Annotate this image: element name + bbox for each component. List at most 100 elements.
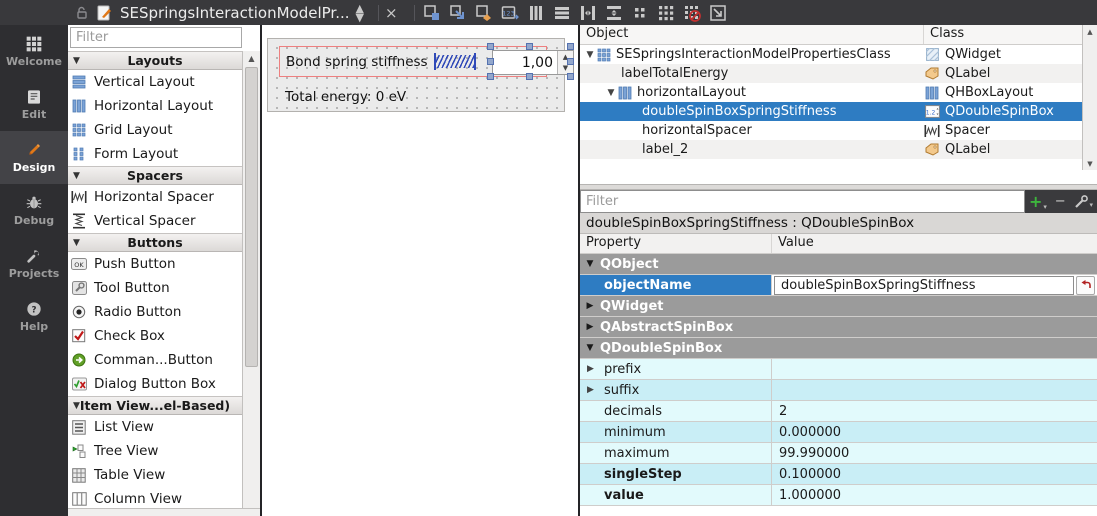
widget-item-horizontal-layout[interactable]: Horizontal Layout (68, 94, 242, 118)
widget-item-grid-layout[interactable]: Grid Layout (68, 118, 242, 142)
inspector-vertical-scrollbar[interactable]: ▲ ▼ (1082, 25, 1097, 170)
property-group-qwidget[interactable]: ▶QWidget (580, 296, 1097, 317)
edit-tab-order-icon[interactable]: 123 (499, 3, 521, 23)
property-group-qabstractspinbox[interactable]: ▶QAbstractSpinBox (580, 317, 1097, 338)
property-value-cell[interactable]: 2 (772, 401, 1097, 421)
widget-item-tree-view[interactable]: Tree View (68, 439, 242, 463)
property-row-suffix[interactable]: ▶suffix (580, 380, 1097, 401)
property-group-qobject[interactable]: ▼QObject (580, 254, 1097, 275)
selection-handle[interactable] (526, 73, 533, 80)
edit-signals-slots-icon[interactable] (447, 3, 469, 23)
property-group-qdoublespinbox[interactable]: ▼QDoubleSpinBox (580, 338, 1097, 359)
selection-handle[interactable] (526, 43, 533, 50)
widget-item-check-box[interactable]: Check Box (68, 324, 242, 348)
property-value-cell[interactable]: 0.100000 (772, 464, 1097, 484)
property-value-cell[interactable] (772, 359, 1097, 379)
property-row-singlestep[interactable]: singleStep0.100000 (580, 464, 1097, 485)
spinbox-value[interactable]: 1,00 (493, 51, 557, 74)
class-column-header[interactable]: Class (924, 25, 970, 44)
widget-item-table-view[interactable]: Table View (68, 463, 242, 487)
property-value-cell[interactable]: doubleSpinBoxSpringStiffness (772, 275, 1097, 295)
selection-handle[interactable] (567, 58, 574, 65)
widget-item-tool-button[interactable]: Tool Button (68, 276, 242, 300)
unlocked-icon[interactable] (72, 3, 92, 23)
add-property-icon[interactable]: +▾ (1029, 192, 1047, 211)
horizontal-layout-outline[interactable]: Bond spring stiffness 1,00 ▲▼ (279, 46, 547, 77)
property-row-value[interactable]: value1.000000 (580, 485, 1097, 506)
expand-arrow-icon[interactable]: ▶ (580, 301, 600, 311)
selection-handle[interactable] (487, 58, 494, 65)
property-row-prefix[interactable]: ▶prefix (580, 359, 1097, 380)
expand-arrow-icon[interactable]: ▼ (580, 343, 600, 353)
scrollbar-thumb[interactable] (245, 67, 258, 367)
property-row-decimals[interactable]: decimals2 (580, 401, 1097, 422)
mode-edit[interactable]: Edit (0, 78, 68, 131)
property-name-cell[interactable]: objectName (580, 275, 772, 295)
selection-handle[interactable] (487, 73, 494, 80)
selection-handle[interactable] (567, 73, 574, 80)
configure-wrench-icon[interactable]: ▾ (1074, 195, 1094, 209)
property-value-cell[interactable]: 99.990000 (772, 443, 1097, 463)
edit-widgets-icon[interactable] (421, 3, 443, 23)
widgetbox-category-layouts[interactable]: ▼Layouts (68, 51, 242, 70)
remove-property-icon[interactable]: − (1055, 194, 1066, 209)
designed-form[interactable]: Bond spring stiffness 1,00 ▲▼ Total ener… (267, 38, 565, 112)
widget-item-vertical-spacer[interactable]: Vertical Spacer (68, 209, 242, 233)
widget-item-vertical-layout[interactable]: Vertical Layout (68, 70, 242, 94)
expand-arrow-icon[interactable]: ▶ (587, 364, 594, 374)
widget-item-push-button[interactable]: OKPush Button (68, 252, 242, 276)
close-form-button[interactable]: × (385, 4, 398, 22)
property-row-objectname[interactable]: objectNamedoubleSpinBoxSpringStiffness (580, 275, 1097, 296)
expand-arrow-icon[interactable]: ▼ (605, 88, 617, 98)
value-column-header[interactable]: Value (772, 234, 820, 253)
widget-item-horizontal-spacer[interactable]: Horizontal Spacer (68, 185, 242, 209)
property-name-cell[interactable]: maximum (580, 443, 772, 463)
widget-item-form-layout[interactable]: Form Layout (68, 142, 242, 166)
total-energy-label[interactable]: Total energy: 0 eV (285, 89, 406, 105)
scroll-down-icon[interactable]: ▼ (1083, 157, 1097, 170)
scroll-up-icon[interactable]: ▲ (243, 51, 260, 66)
expand-arrow-icon[interactable]: ▼ (584, 50, 596, 60)
property-row-minimum[interactable]: minimum0.000000 (580, 422, 1097, 443)
selection-handle[interactable] (567, 43, 574, 50)
horizontal-spacer-widget[interactable] (434, 55, 476, 68)
layout-form-icon[interactable] (655, 3, 677, 23)
widget-item-column-view[interactable]: Column View (68, 487, 242, 508)
widget-item-list-view[interactable]: List View (68, 415, 242, 439)
layout-horizontally-icon[interactable] (525, 3, 547, 23)
scroll-up-icon[interactable]: ▲ (1083, 25, 1097, 38)
layout-vertical-splitter-icon[interactable] (603, 3, 625, 23)
inspector-row-sespringsinteractionmodelpropertiesclass[interactable]: ▼SESpringsInteractionModelPropertiesClas… (580, 45, 1097, 64)
property-name-cell[interactable]: ▶suffix (580, 380, 772, 400)
property-value-editor[interactable]: doubleSpinBoxSpringStiffness (774, 276, 1074, 295)
break-layout-icon[interactable] (681, 3, 703, 23)
property-name-cell[interactable]: singleStep (580, 464, 772, 484)
layout-grid-icon[interactable] (629, 3, 651, 23)
bond-spring-stiffness-label[interactable]: Bond spring stiffness (286, 54, 428, 70)
layout-horizontal-splitter-icon[interactable] (577, 3, 599, 23)
property-column-header[interactable]: Property (580, 234, 772, 253)
widgetbox-category-item-view-el-based[interactable]: ▼Item View...el-Based) (68, 396, 242, 415)
property-name-cell[interactable]: decimals (580, 401, 772, 421)
inspector-row-labeltotalenergy[interactable]: labelTotalEnergyQLabel (580, 64, 1097, 83)
widgetbox-filter-input[interactable] (70, 27, 242, 48)
mode-debug[interactable]: Debug (0, 184, 68, 237)
inspector-row-horizontallayout[interactable]: ▼horizontalLayoutQHBoxLayout (580, 83, 1097, 102)
property-value-cell[interactable]: 1.000000 (772, 485, 1097, 505)
expand-arrow-icon[interactable]: ▼ (580, 259, 600, 269)
selection-handle[interactable] (487, 43, 494, 50)
layout-vertically-icon[interactable] (551, 3, 573, 23)
inspector-row-label-2[interactable]: label_2QLabel (580, 140, 1097, 159)
widgetbox-category-spacers[interactable]: ▼Spacers (68, 166, 242, 185)
property-row-maximum[interactable]: maximum99.990000 (580, 443, 1097, 464)
property-name-cell[interactable]: minimum (580, 422, 772, 442)
inspector-row-horizontalspacer[interactable]: horizontalSpacerSpacer (580, 121, 1097, 140)
mode-design[interactable]: Design (0, 131, 68, 184)
widgetbox-horizontal-scrollbar[interactable] (68, 508, 260, 516)
property-name-cell[interactable]: ▶prefix (580, 359, 772, 379)
open-form-title[interactable]: SESpringsInteractionModelPr... (120, 4, 350, 22)
double-spinbox-widget[interactable]: 1,00 ▲▼ (492, 50, 574, 75)
property-value-cell[interactable] (772, 380, 1097, 400)
mode-projects[interactable]: Projects (0, 237, 68, 290)
object-column-header[interactable]: Object (580, 25, 924, 44)
